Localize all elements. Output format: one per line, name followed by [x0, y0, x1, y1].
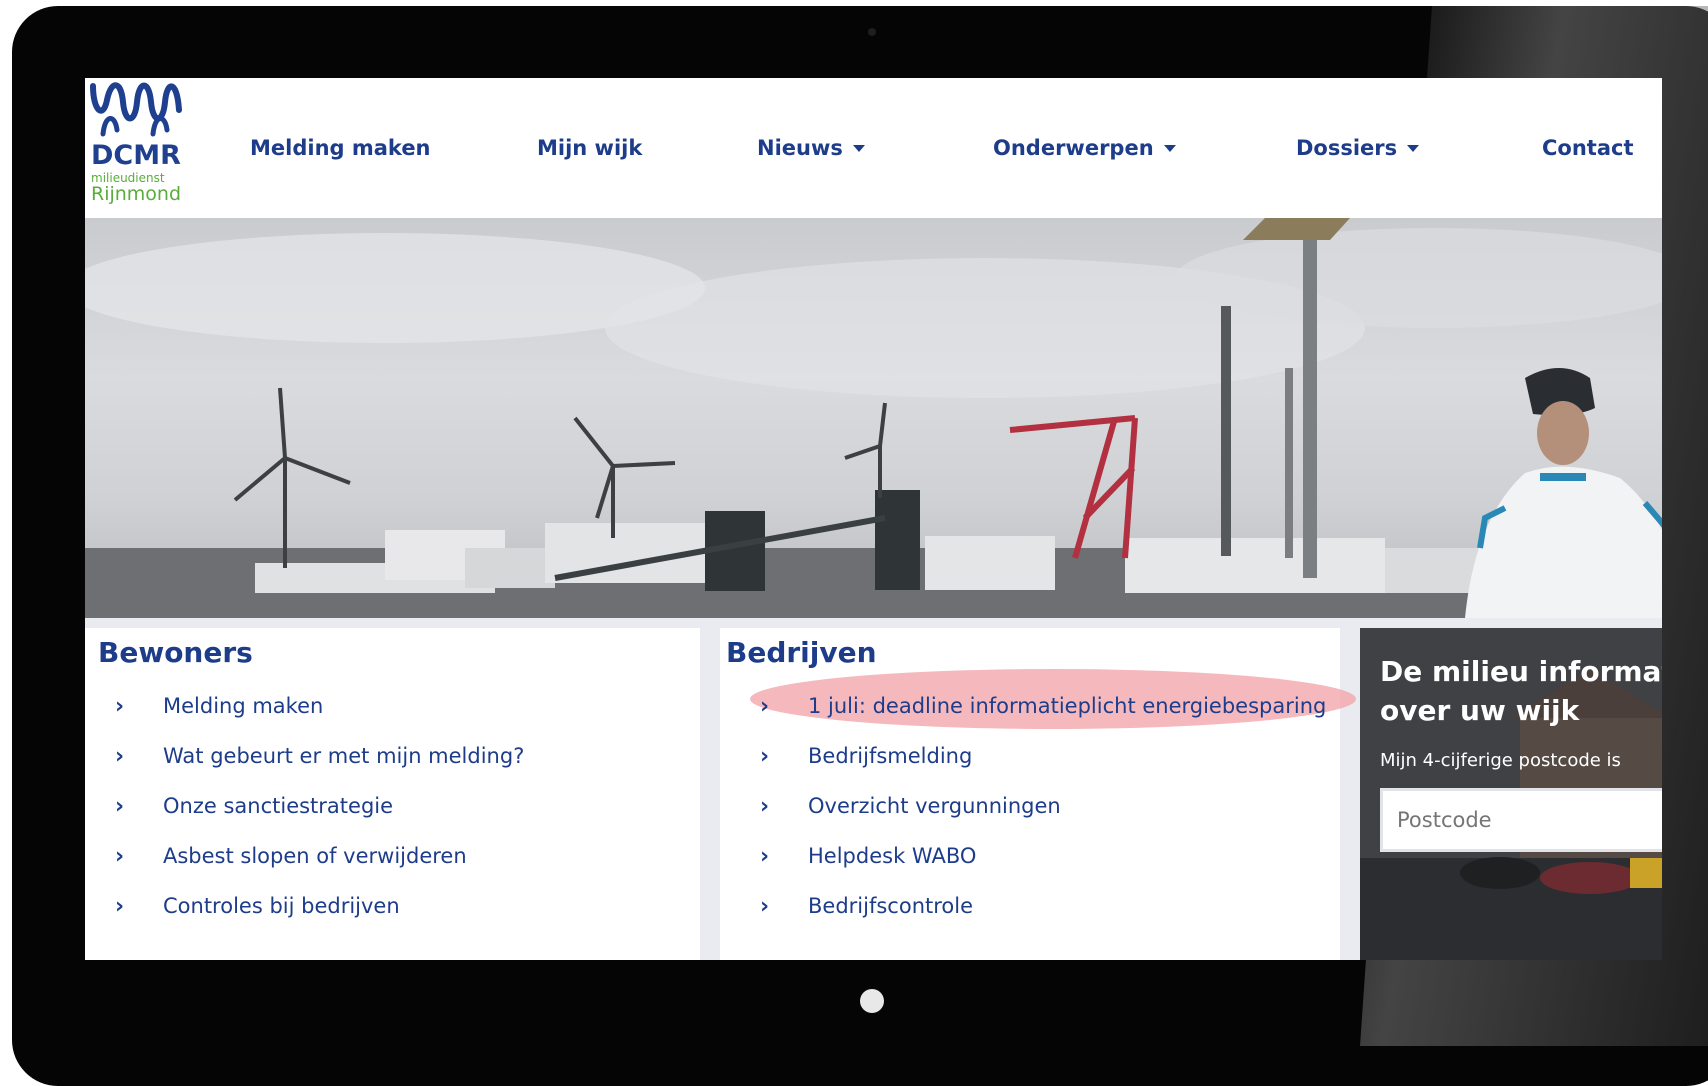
chevron-right-icon: › [760, 743, 770, 769]
chevron-right-icon: › [760, 843, 770, 869]
site-header: DCMR milieudienst Rijnmond Melding maken… [85, 78, 1662, 218]
list-item-label: Controles bij bedrijven [163, 894, 400, 918]
nav-dossiers-label: Dossiers [1296, 136, 1398, 160]
chevron-right-icon: › [760, 793, 770, 819]
wijk-title: De milieu informatie over uw wijk [1380, 652, 1662, 730]
list-item-label: Helpdesk WABO [808, 844, 977, 868]
nav-contact-label: Contact [1542, 136, 1634, 160]
logo-dcmr-text: DCMR [91, 140, 181, 171]
list-item-label: 1 juli: deadline informatieplicht energi… [808, 694, 1327, 718]
content-area: Bewoners › Melding maken › Wat gebeurt er … [85, 618, 1662, 960]
nav-nieuws-label: Nieuws [757, 136, 843, 160]
nav-onderwerpen-label: Onderwerpen [993, 136, 1154, 160]
list-item-label: Overzicht vergunningen [808, 794, 1061, 818]
bewoners-card: Bewoners › Melding maken › Wat gebeurt er … [85, 628, 700, 960]
nav-nieuws[interactable]: Nieuws [757, 78, 865, 218]
list-item[interactable]: › Onze sanctiestrategie [115, 781, 524, 831]
chevron-right-icon: › [760, 893, 770, 919]
bedrijven-card: Bedrijven › 1 juli: deadline informatiep… [720, 628, 1356, 960]
nav-mijn-wijk[interactable]: Mijn wijk [537, 78, 642, 218]
list-item-label: Wat gebeurt er met mijn melding? [163, 744, 525, 768]
list-item[interactable]: › Controles bij bedrijven [115, 881, 524, 931]
hero-image [85, 218, 1662, 618]
camera-icon [868, 28, 876, 36]
waves-logo-icon [90, 82, 182, 137]
chevron-right-icon: › [115, 843, 125, 869]
chevron-right-icon: › [115, 743, 125, 769]
list-item[interactable]: › Helpdesk WABO [760, 831, 1326, 881]
bedrijven-title: Bedrijven [726, 636, 877, 669]
chevron-right-icon: › [115, 793, 125, 819]
caret-down-icon [852, 144, 865, 152]
list-item-label: Asbest slopen of verwijderen [163, 844, 467, 868]
wijk-title-line2: over uw wijk [1380, 694, 1580, 727]
nav-mijn-wijk-label: Mijn wijk [537, 136, 643, 160]
bewoners-list: › Melding maken › Wat gebeurt er met mijn … [115, 694, 524, 931]
postcode-label: Mijn 4-cijferige postcode is [1380, 750, 1621, 771]
nav-melding-maken[interactable]: Melding maken [250, 78, 431, 218]
nav-onderwerpen[interactable]: Onderwerpen [993, 78, 1176, 218]
nav-melding-maken-label: Melding maken [250, 136, 431, 160]
list-item[interactable]: › Wat gebeurt er met mijn melding? [115, 731, 524, 781]
list-item[interactable]: › Bedrijfscontrole [760, 881, 1326, 931]
home-button[interactable] [860, 989, 884, 1013]
caret-down-icon [1407, 144, 1420, 152]
list-item-label: Bedrijfsmelding [808, 744, 973, 768]
bedrijven-list: › 1 juli: deadline informatieplicht ener… [750, 669, 1356, 931]
chevron-right-icon: › [760, 693, 770, 719]
bewoners-title: Bewoners [98, 636, 253, 669]
list-item-label: Bedrijfscontrole [808, 894, 974, 918]
list-item-label: Onze sanctiestrategie [163, 794, 394, 818]
postcode-input[interactable] [1380, 788, 1662, 852]
logo-rijnmond-text: Rijnmond [91, 183, 182, 205]
nav-contact[interactable]: Contact [1542, 78, 1634, 218]
list-item-label: Melding maken [163, 694, 324, 718]
list-item[interactable]: › Melding maken [115, 681, 524, 731]
list-item[interactable]: › Overzicht vergunningen [760, 781, 1326, 831]
list-item[interactable]: › Bedrijfsmelding [760, 731, 1326, 781]
caret-down-icon [1163, 144, 1176, 152]
dcmr-logo[interactable]: DCMR milieudienst Rijnmond [89, 80, 189, 212]
browser-screen: DCMR milieudienst Rijnmond Melding maken… [85, 78, 1662, 960]
wijk-info-panel: De milieu informatie over uw wijk Mijn 4-… [1360, 628, 1662, 960]
list-item-highlighted[interactable]: › 1 juli: deadline informatieplicht ener… [750, 669, 1356, 731]
wijk-title-line1: De milieu informatie [1380, 655, 1662, 688]
list-item[interactable]: › Asbest slopen of verwijderen [115, 831, 524, 881]
nav-dossiers[interactable]: Dossiers [1296, 78, 1420, 218]
chevron-right-icon: › [115, 693, 125, 719]
chevron-right-icon: › [115, 893, 125, 919]
industrial-skyline-illustration [85, 218, 1662, 618]
